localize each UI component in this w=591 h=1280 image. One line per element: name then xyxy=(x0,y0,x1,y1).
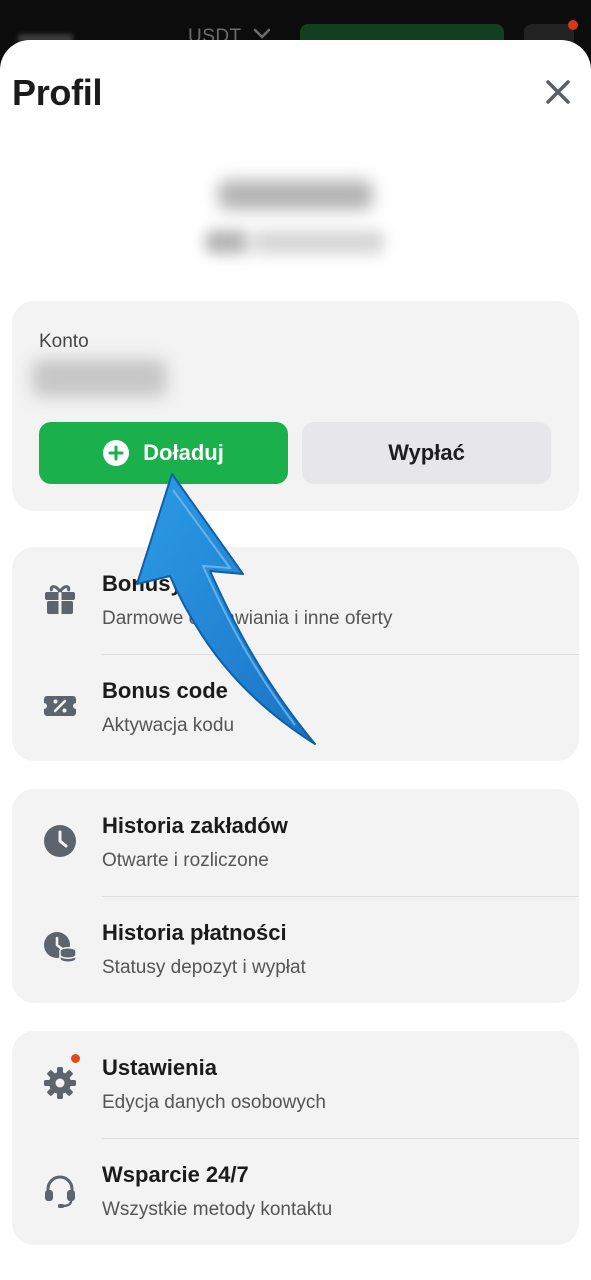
account-card: Konto Doładuj Wypłać xyxy=(12,301,579,511)
account-label: Konto xyxy=(39,331,89,352)
menu-item-subtitle: Wszystkie metody kontaktu xyxy=(102,1199,333,1220)
clock-icon xyxy=(42,823,78,859)
menu-item-subtitle: Statusy depozyt i wypłat xyxy=(102,957,306,978)
clock-coins-icon xyxy=(42,930,78,966)
withdraw-label: Wypłać xyxy=(388,440,465,465)
withdraw-button[interactable]: Wypłać xyxy=(302,422,551,484)
notification-dot xyxy=(69,1052,82,1065)
menu-item-title: Bonusy xyxy=(102,571,183,596)
menu-item-settings[interactable]: Ustawienia Edycja danych osobowych xyxy=(12,1031,579,1138)
menu-item-bonus-code[interactable]: Bonus code Aktywacja kodu xyxy=(12,654,579,761)
deposit-button[interactable]: Doładuj xyxy=(39,422,288,484)
menu-item-payment-history[interactable]: Historia płatności Statusy depozyt i wyp… xyxy=(12,896,579,1003)
menu-group-history: Historia zakładów Otwarte i rozliczone H… xyxy=(12,789,579,1003)
gear-icon xyxy=(42,1065,78,1101)
menu-item-bet-history[interactable]: Historia zakładów Otwarte i rozliczone xyxy=(12,789,579,896)
menu-item-subtitle: Otwarte i rozliczone xyxy=(102,850,269,871)
user-id-redacted xyxy=(205,230,385,254)
headset-icon xyxy=(42,1172,78,1208)
menu-item-title: Wsparcie 24/7 xyxy=(102,1162,249,1187)
menu-group-promotions: Bonusy Darmowe obstawiania i inne oferty… xyxy=(12,547,579,761)
notification-dot xyxy=(568,20,578,30)
plus-circle-icon xyxy=(103,440,130,466)
close-icon[interactable] xyxy=(540,74,576,110)
profile-sheet: Profil Konto Doładuj Wypłać Bonusy Darmo… xyxy=(0,40,591,1280)
menu-item-subtitle: Aktywacja kodu xyxy=(102,715,235,736)
page-title: Profil xyxy=(12,72,103,113)
menu-item-subtitle: Edycja danych osobowych xyxy=(102,1092,326,1113)
coupon-icon xyxy=(42,688,78,724)
menu-item-subtitle: Darmowe obstawiania i inne oferty xyxy=(102,608,393,629)
menu-item-support[interactable]: Wsparcie 24/7 Wszystkie metody kontaktu xyxy=(12,1138,579,1245)
menu-item-bonuses[interactable]: Bonusy Darmowe obstawiania i inne oferty xyxy=(12,547,579,654)
gift-icon xyxy=(42,581,78,617)
username-redacted xyxy=(218,180,373,210)
menu-group-settings: Ustawienia Edycja danych osobowych Wspar… xyxy=(12,1031,579,1245)
menu-item-title: Ustawienia xyxy=(102,1055,217,1080)
menu-item-title: Historia płatności xyxy=(102,920,287,945)
menu-item-title: Bonus code xyxy=(102,678,228,703)
deposit-label: Doładuj xyxy=(143,440,224,465)
balance-redacted xyxy=(32,359,167,397)
menu-item-title: Historia zakładów xyxy=(102,813,288,838)
